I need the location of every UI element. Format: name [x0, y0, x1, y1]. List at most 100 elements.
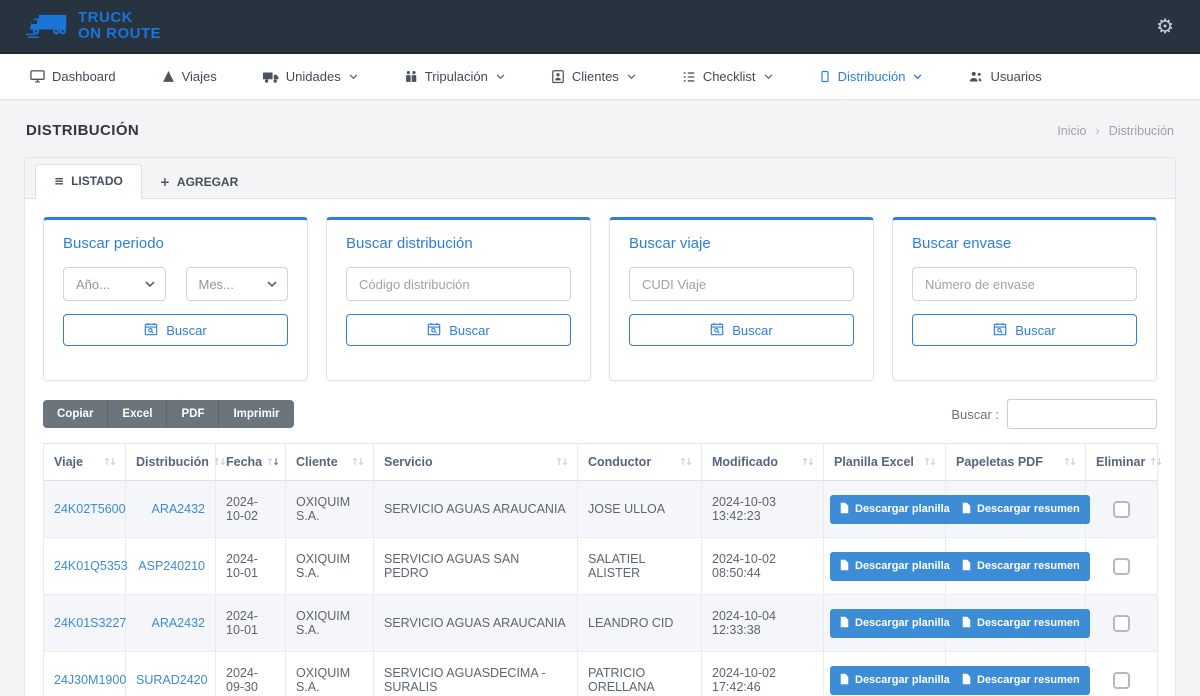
- column-header-planilla-excel[interactable]: Planilla Excel↑↓: [824, 444, 946, 481]
- viaje-link[interactable]: 24J30M1900: [54, 673, 126, 687]
- column-header-eliminar[interactable]: Eliminar↑↓: [1086, 444, 1158, 481]
- tab-agregar[interactable]: + AGREGAR: [142, 166, 256, 199]
- file-icon: [840, 673, 849, 688]
- pdf-button[interactable]: PDF: [167, 400, 219, 428]
- truck-icon: [263, 70, 279, 84]
- distribucion-link[interactable]: ARA2432: [151, 502, 205, 516]
- chevron-down-icon: [145, 281, 155, 288]
- eliminar-checkbox[interactable]: [1113, 672, 1130, 689]
- distribucion-link[interactable]: ASP240210: [138, 559, 205, 573]
- year-select[interactable]: Año...: [63, 267, 166, 301]
- nav-item-tripulacion[interactable]: Tripulación: [404, 69, 505, 84]
- sort-arrows-icon: ↑↓: [919, 457, 935, 468]
- descargar-resumen-button[interactable]: Descargar resumen: [952, 666, 1090, 695]
- file-icon: [962, 616, 971, 631]
- file-icon: [962, 502, 971, 517]
- brand-logo[interactable]: TRUCK ON ROUTE: [26, 9, 161, 44]
- nav-item-checklist[interactable]: Checklist: [682, 69, 773, 84]
- settings-gear-icon[interactable]: ⚙: [1156, 14, 1174, 38]
- imprimir-button[interactable]: Imprimir: [219, 400, 293, 428]
- servicio-cell: SERVICIO AGUAS ARAUCANIA: [374, 595, 578, 652]
- descargar-planilla-button[interactable]: Descargar planilla: [830, 666, 960, 695]
- column-header-modificado[interactable]: Modificado↑↓: [702, 444, 824, 481]
- sort-arrows-icon: ↑↓: [262, 457, 278, 468]
- card-buscar-viaje: Buscar viaje Buscar: [609, 217, 874, 381]
- table-row: 24J30M1900 SURAD2420 2024-09-30 OXIQUIM …: [44, 652, 1158, 696]
- viaje-link[interactable]: 24K02T5600: [54, 502, 126, 516]
- cudi-viaje-input[interactable]: [629, 267, 854, 301]
- file-icon: [840, 559, 849, 574]
- buscar-viaje-button[interactable]: Buscar: [629, 314, 854, 346]
- descargar-resumen-button[interactable]: Descargar resumen: [952, 552, 1090, 581]
- nav-item-clientes[interactable]: Clientes: [551, 69, 636, 84]
- calendar-search-icon: [993, 322, 1007, 339]
- distribution-panel: ≡ LISTADO + AGREGAR Buscar periodo Año..…: [24, 157, 1176, 696]
- eliminar-checkbox[interactable]: [1113, 615, 1130, 632]
- table-body: 24K02T5600 ARA2432 2024-10-02 OXIQUIM S.…: [44, 481, 1158, 696]
- search-cards-row: Buscar periodo Año... Mes... Buscar: [43, 217, 1157, 381]
- fecha-cell: 2024-10-01: [216, 538, 286, 595]
- users-icon: [968, 70, 983, 84]
- card-title: Buscar viaje: [629, 235, 854, 252]
- sort-arrows-icon: ↑↓: [209, 457, 225, 468]
- cliente-cell: OXIQUIM S.A.: [286, 652, 374, 696]
- clients-book-icon: [551, 69, 565, 84]
- modificado-cell: 2024-10-03 13:42:23: [702, 481, 824, 538]
- modificado-cell: 2024-10-02 08:50:44: [702, 538, 824, 595]
- tab-bar: ≡ LISTADO + AGREGAR: [25, 158, 1175, 199]
- descargar-planilla-button[interactable]: Descargar planilla: [830, 552, 960, 581]
- table-search-input[interactable]: [1007, 399, 1157, 429]
- distribucion-link[interactable]: ARA2432: [151, 616, 205, 630]
- table-row: 24K01S3227 ARA2432 2024-10-01 OXIQUIM S.…: [44, 595, 1158, 652]
- sort-arrows-icon: ↑↓: [797, 457, 813, 468]
- table-header-row: Viaje↑↓Distribución↑↓Fecha↑↓Cliente↑↓Ser…: [44, 444, 1158, 481]
- table-toolbar: Copiar Excel PDF Imprimir Buscar :: [43, 399, 1157, 429]
- calendar-search-icon: [710, 322, 724, 339]
- eliminar-checkbox[interactable]: [1113, 558, 1130, 575]
- excel-button[interactable]: Excel: [108, 400, 167, 428]
- codigo-distribucion-input[interactable]: [346, 267, 571, 301]
- column-header-papeletas-pdf[interactable]: Papeletas PDF↑↓: [946, 444, 1086, 481]
- fecha-cell: 2024-10-01: [216, 595, 286, 652]
- buscar-envase-button[interactable]: Buscar: [912, 314, 1137, 346]
- conductor-cell: SALATIEL ALISTER: [578, 538, 702, 595]
- column-header-distribuci-n[interactable]: Distribución↑↓: [126, 444, 216, 481]
- viaje-link[interactable]: 24K01S3227: [54, 616, 126, 630]
- numero-envase-input[interactable]: [912, 267, 1137, 301]
- nav-item-distribucion[interactable]: Distribución: [819, 69, 923, 84]
- plane-icon: [162, 70, 175, 83]
- month-select[interactable]: Mes...: [186, 267, 289, 301]
- buscar-distribucion-button[interactable]: Buscar: [346, 314, 571, 346]
- descargar-planilla-button[interactable]: Descargar planilla: [830, 609, 960, 638]
- column-header-conductor[interactable]: Conductor↑↓: [578, 444, 702, 481]
- copiar-button[interactable]: Copiar: [43, 400, 108, 428]
- breadcrumb-home[interactable]: Inicio: [1057, 124, 1086, 138]
- tab-listado[interactable]: ≡ LISTADO: [35, 164, 142, 199]
- nav-item-unidades[interactable]: Unidades: [263, 69, 358, 84]
- descargar-planilla-button[interactable]: Descargar planilla: [830, 495, 960, 524]
- column-header-cliente[interactable]: Cliente↑↓: [286, 444, 374, 481]
- servicio-cell: SERVICIO AGUAS ARAUCANIA: [374, 481, 578, 538]
- eliminar-checkbox[interactable]: [1113, 501, 1130, 518]
- nav-item-viajes[interactable]: Viajes: [162, 69, 217, 84]
- descargar-resumen-button[interactable]: Descargar resumen: [952, 609, 1090, 638]
- column-header-servicio[interactable]: Servicio↑↓: [374, 444, 578, 481]
- breadcrumb-separator: ›: [1096, 124, 1100, 138]
- nav-item-dashboard[interactable]: Dashboard: [30, 69, 116, 84]
- column-header-viaje[interactable]: Viaje↑↓: [44, 444, 126, 481]
- sort-arrows-icon: ↑↓: [1145, 457, 1161, 468]
- card-buscar-distribucion: Buscar distribución Buscar: [326, 217, 591, 381]
- main-navigation: Dashboard Viajes Unidades Tripulación Cl…: [0, 54, 1200, 100]
- file-icon: [840, 502, 849, 517]
- chevron-down-icon: [627, 74, 636, 80]
- table-search-label: Buscar :: [951, 407, 999, 422]
- modificado-cell: 2024-10-04 12:33:38: [702, 595, 824, 652]
- card-buscar-periodo: Buscar periodo Año... Mes... Buscar: [43, 217, 308, 381]
- conductor-cell: PATRICIO ORELLANA: [578, 652, 702, 696]
- column-header-fecha[interactable]: Fecha↑↓: [216, 444, 286, 481]
- viaje-link[interactable]: 24K01Q5353: [54, 559, 128, 573]
- distribucion-link[interactable]: SURAD2420: [136, 673, 208, 687]
- buscar-periodo-button[interactable]: Buscar: [63, 314, 288, 346]
- nav-item-usuarios[interactable]: Usuarios: [968, 69, 1041, 84]
- descargar-resumen-button[interactable]: Descargar resumen: [952, 495, 1090, 524]
